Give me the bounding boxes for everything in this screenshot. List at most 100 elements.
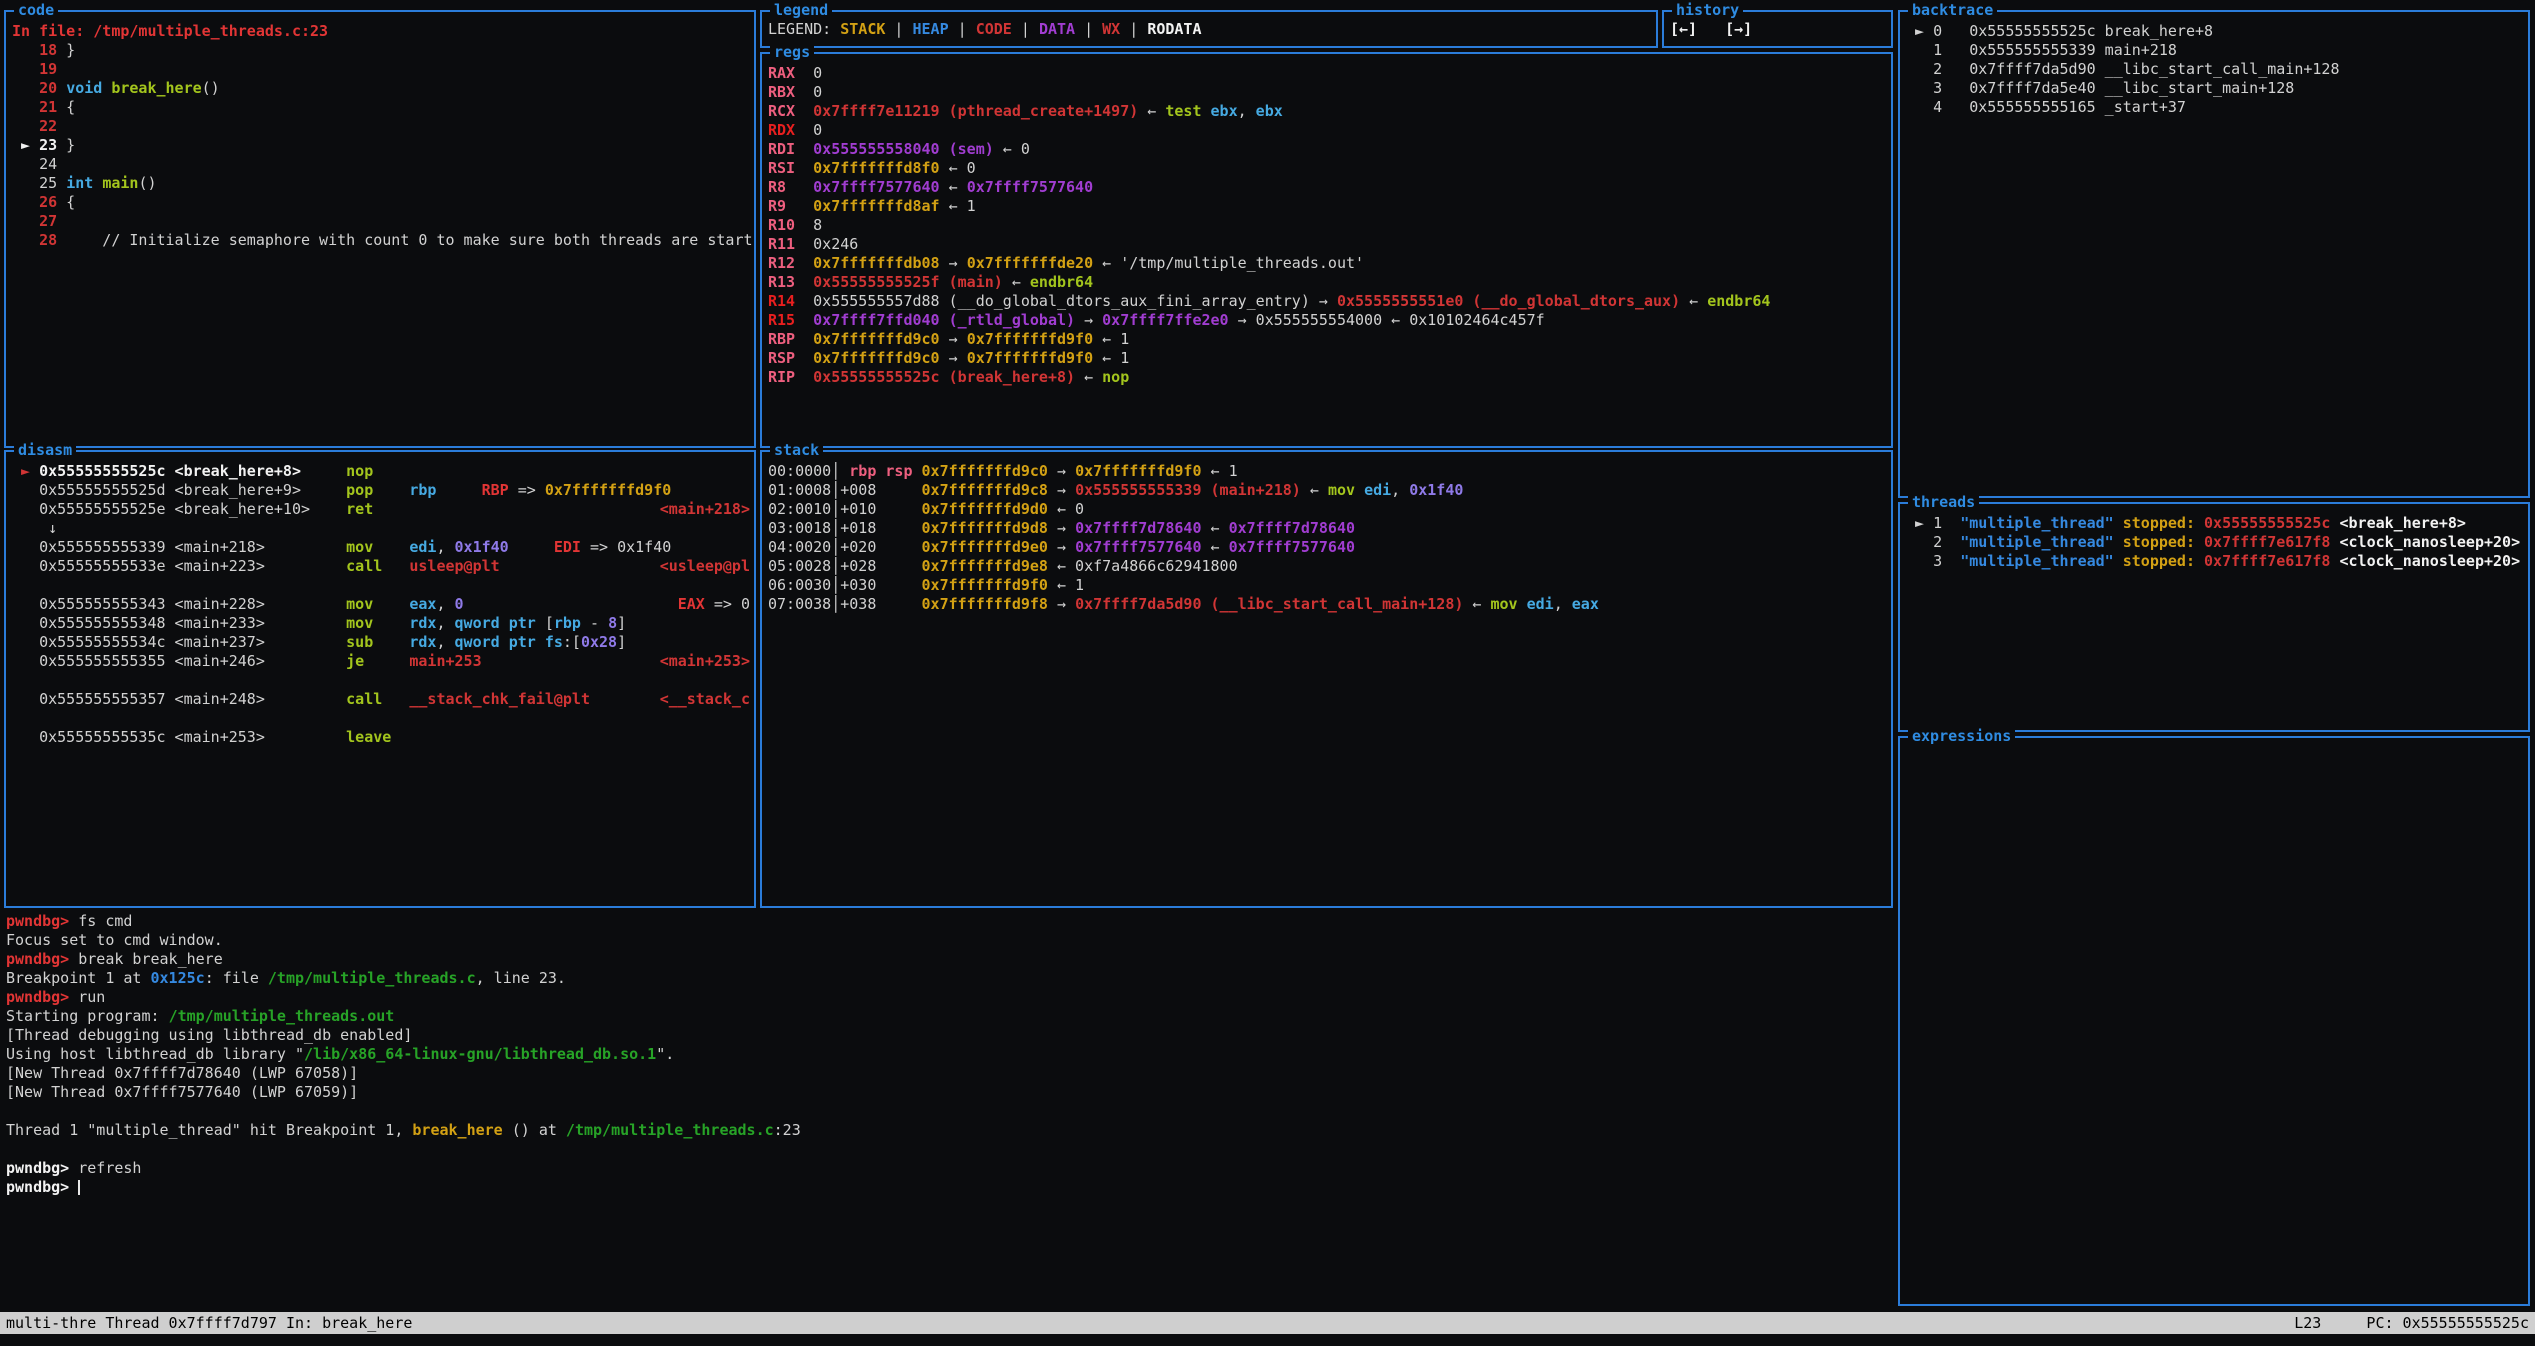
terminal-line: Breakpoint 1 at 0x125c: file /tmp/multip… — [6, 969, 1890, 988]
text-segment: 28 — [12, 231, 57, 249]
text-segment: RDX — [768, 121, 795, 139]
text-segment: <break_here+8> — [2340, 514, 2466, 532]
text-segment: => 0 — [705, 595, 750, 613]
text-segment: 3 — [1906, 552, 1960, 570]
text-segment: } — [57, 41, 75, 59]
terminal-line: ► 0 0x55555555525c break_here+8 — [1906, 22, 2526, 41]
terminal-line: RAX 0 — [768, 64, 1889, 83]
text-segment — [265, 595, 346, 613]
text-segment: , line 23. — [476, 969, 566, 987]
text-segment — [1355, 481, 1364, 499]
text-segment — [373, 633, 409, 651]
terminal-line: R10 8 — [768, 216, 1889, 235]
terminal-line: RDX 0 — [768, 121, 1889, 140]
text-segment: ". — [656, 1045, 674, 1063]
text-segment: ← — [1202, 519, 1229, 537]
terminal-line: RDI 0x555555558040 (sem) ← 0 — [768, 140, 1889, 159]
text-segment — [795, 330, 813, 348]
text-segment: [New Thread 0x7ffff7d78640 (LWP 67058)] — [6, 1064, 358, 1082]
text-segment: 0x555555555357 <main+248> — [12, 690, 265, 708]
text-segment: endbr64 — [1030, 273, 1093, 291]
text-segment — [2330, 514, 2339, 532]
text-segment: 0x7fffffffd9c0 — [922, 462, 1048, 480]
text-segment: ] — [617, 614, 626, 632]
text-cursor — [78, 1180, 80, 1195]
text-segment: call — [346, 557, 382, 575]
text-segment: 19 — [12, 60, 57, 78]
text-segment: 0x7ffff7e617f8 — [2204, 552, 2330, 570]
text-segment: ← — [1075, 368, 1102, 386]
text-segment: , — [436, 538, 454, 556]
text-segment: DATA — [1039, 20, 1075, 38]
text-segment — [265, 633, 346, 651]
text-segment — [373, 614, 409, 632]
text-segment: | — [885, 20, 912, 38]
text-segment — [382, 557, 409, 575]
terminal-line: 3 "multiple_thread" stopped: 0x7ffff7e61… — [1906, 552, 2526, 571]
text-segment: mov — [346, 614, 373, 632]
text-segment: ► 0 0x55555555525c break_here+8 — [1906, 22, 2213, 40]
text-segment: 01:0008│+008 — [768, 481, 922, 499]
text-segment: 0x125c — [151, 969, 205, 987]
text-segment: pwndbg> — [6, 950, 78, 968]
terminal-line: RBX 0 — [768, 83, 1889, 102]
expressions-listing — [1900, 738, 2528, 1304]
text-segment — [265, 538, 346, 556]
text-segment: pwndbg> — [6, 1178, 78, 1196]
terminal-line: R11 0x246 — [768, 235, 1889, 254]
text-segment: 0x1f40 — [1409, 481, 1463, 499]
history-back-button[interactable]: [←] — [1670, 20, 1697, 38]
text-segment: HEAP — [913, 20, 949, 38]
text-segment — [1201, 102, 1210, 120]
text-segment: , — [436, 633, 454, 651]
terminal-line — [12, 709, 752, 728]
text-segment: eax — [1572, 595, 1599, 613]
text-segment: , — [1238, 102, 1256, 120]
terminal-line: ↓ — [12, 519, 752, 538]
text-segment: { — [57, 98, 75, 116]
text-segment: 0x555555555339 <main+218> — [12, 538, 265, 556]
text-segment: 0 — [795, 121, 822, 139]
text-segment: RAX — [768, 64, 795, 82]
terminal-line: R15 0x7ffff7ffd040 (_rtld_global) → 0x7f… — [768, 311, 1889, 330]
statusbar-right: L23 PC: 0x55555555525c — [2294, 1312, 2529, 1334]
text-segment: RBP — [482, 481, 509, 499]
text-segment: ← — [1003, 273, 1030, 291]
terminal-line: [New Thread 0x7ffff7577640 (LWP 67059)] — [6, 1083, 1890, 1102]
text-segment: | — [1075, 20, 1102, 38]
text-segment — [265, 652, 346, 670]
terminal-line: R14 0x555555557d88 (__do_global_dtors_au… — [768, 292, 1889, 311]
text-segment: :[ — [563, 633, 581, 651]
text-segment: { — [57, 193, 75, 211]
text-segment: → — [940, 349, 967, 367]
history-forward-button[interactable]: [→] — [1725, 20, 1752, 38]
terminal-line: 0x55555555533e <main+223> call usleep@pl… — [12, 557, 752, 576]
text-segment: 0x55555555535c <main+253> — [12, 728, 265, 746]
text-segment: Using host libthread_db library " — [6, 1045, 304, 1063]
terminal-line: R8 0x7ffff7577640 ← 0x7ffff7577640 — [768, 178, 1889, 197]
text-segment: 2 — [1906, 533, 1960, 551]
text-segment — [795, 311, 813, 329]
text-segment: 0 — [455, 595, 464, 613]
text-segment: 2 0x7ffff7da5d90 __libc_start_call_main+… — [1906, 60, 2339, 78]
text-segment: | — [949, 20, 976, 38]
text-segment: | — [1012, 20, 1039, 38]
text-segment: 06:0030│+030 — [768, 576, 922, 594]
text-segment: 18 — [12, 41, 57, 59]
text-segment: 0x7fffffffd9f0 — [1075, 462, 1201, 480]
text-segment: RBX — [768, 83, 795, 101]
terminal-line: RCX 0x7ffff7e11219 (pthread_create+1497)… — [768, 102, 1889, 121]
text-segment: 0x7ffff7577640 — [1075, 538, 1201, 556]
text-segment: 0x55555555525c — [2204, 514, 2330, 532]
code-panel: code In file: /tmp/multiple_threads.c:23… — [4, 10, 756, 448]
terminal-line: 01:0008│+008 0x7fffffffd9c8 → 0x55555555… — [768, 481, 1889, 500]
text-segment: mov — [346, 595, 373, 613]
gdb-console[interactable]: pwndbg> fs cmdFocus set to cmd window.pw… — [6, 912, 1890, 1304]
text-segment: ← 1 — [1048, 576, 1084, 594]
text-segment: "multiple_thread" — [1960, 533, 2114, 551]
text-segment — [373, 595, 409, 613]
text-segment: R12 — [768, 254, 795, 272]
terminal-line: pwndbg> fs cmd — [6, 912, 1890, 931]
text-segment — [2114, 514, 2123, 532]
text-segment — [310, 500, 346, 518]
